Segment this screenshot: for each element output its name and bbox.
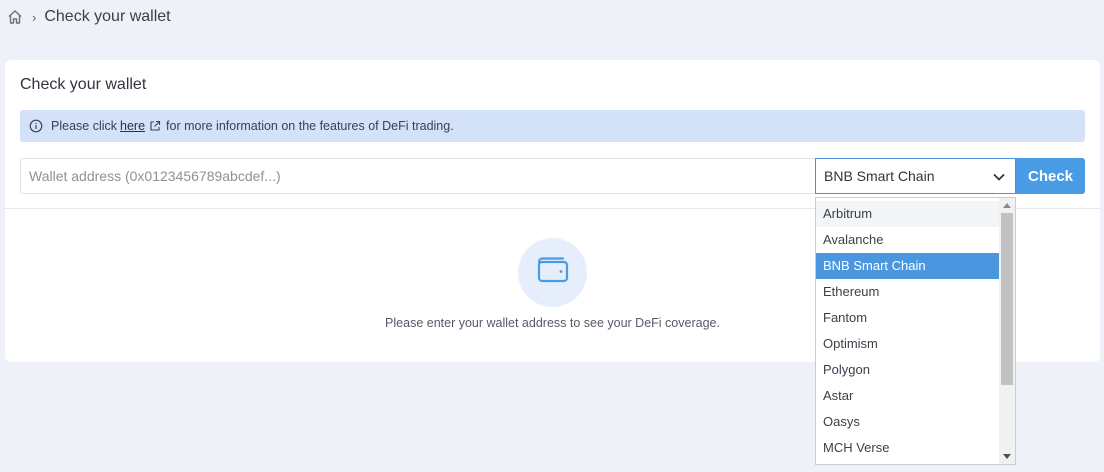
breadcrumb: › Check your wallet	[6, 6, 171, 28]
info-link[interactable]: here	[120, 119, 145, 133]
chain-option-avalanche[interactable]: Avalanche	[816, 227, 1000, 253]
info-banner: Please click here for more information o…	[20, 110, 1085, 142]
chain-select[interactable]: BNB Smart Chain	[815, 158, 1016, 194]
info-circle-icon	[29, 119, 43, 133]
chain-option-polygon[interactable]: Polygon	[816, 357, 1000, 383]
chevron-down-icon[interactable]	[992, 170, 1006, 184]
breadcrumb-current: Check your wallet	[44, 8, 171, 25]
card-title: Check your wallet	[20, 76, 147, 93]
chain-options: Arbitrum Avalanche BNB Smart Chain Ether…	[816, 201, 1000, 461]
info-prefix: Please click	[51, 119, 117, 133]
check-button[interactable]: Check	[1016, 158, 1085, 194]
breadcrumb-separator: ›	[32, 9, 37, 25]
chain-select-value: BNB Smart Chain	[824, 168, 935, 184]
chain-option-arbitrum[interactable]: Arbitrum	[816, 201, 1000, 227]
chain-option-ethereum[interactable]: Ethereum	[816, 279, 1000, 305]
scrollbar-thumb[interactable]	[1001, 213, 1013, 385]
chain-option-optimism[interactable]: Optimism	[816, 331, 1000, 357]
wallet-address-input[interactable]	[20, 158, 815, 194]
wallet-icon	[535, 255, 571, 290]
empty-state-icon-circle	[518, 238, 587, 307]
chain-option-bnb-smart-chain[interactable]: BNB Smart Chain	[816, 253, 1000, 279]
info-suffix: for more information on the features of …	[166, 119, 454, 133]
scroll-down-arrow-icon[interactable]	[1003, 454, 1011, 459]
chain-option-astar[interactable]: Astar	[816, 383, 1000, 409]
scroll-up-arrow-icon[interactable]	[1003, 203, 1011, 208]
chain-option-mch-verse[interactable]: MCH Verse	[816, 435, 1000, 461]
chain-dropdown-list[interactable]: Arbitrum Avalanche BNB Smart Chain Ether…	[815, 197, 1016, 465]
chain-option-oasys[interactable]: Oasys	[816, 409, 1000, 435]
home-icon[interactable]	[6, 8, 24, 26]
dropdown-scrollbar[interactable]	[999, 198, 1015, 464]
external-link-icon[interactable]	[149, 120, 161, 132]
chain-option-fantom[interactable]: Fantom	[816, 305, 1000, 331]
